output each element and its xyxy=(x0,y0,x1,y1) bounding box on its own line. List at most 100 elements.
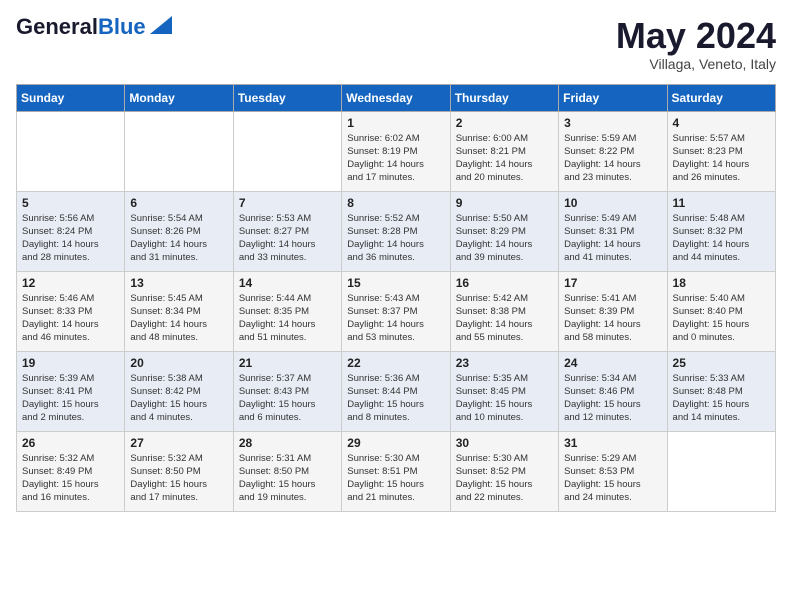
cell-content: Sunrise: 5:32 AMSunset: 8:49 PMDaylight:… xyxy=(22,452,119,505)
calendar-cell: 12 Sunrise: 5:46 AMSunset: 8:33 PMDayligh… xyxy=(17,271,125,351)
cell-content: Sunrise: 5:39 AMSunset: 8:41 PMDaylight:… xyxy=(22,372,119,425)
month-title: May 2024 xyxy=(616,16,776,56)
cell-content: Sunrise: 5:34 AMSunset: 8:46 PMDaylight:… xyxy=(564,372,661,425)
calendar-cell: 6Sunrise: 5:54 AMSunset: 8:26 PMDaylight… xyxy=(125,191,233,271)
calendar-cell: 15 Sunrise: 5:43 AMSunset: 8:37 PMDayligh… xyxy=(342,271,450,351)
calendar-cell: 2 Sunrise: 6:00 AMSunset: 8:21 PMDaylight… xyxy=(450,111,558,191)
logo: GeneralBlue xyxy=(16,16,172,38)
cell-content: Sunrise: 5:36 AMSunset: 8:44 PMDaylight:… xyxy=(347,372,444,425)
day-header-wednesday: Wednesday xyxy=(342,84,450,111)
calendar-cell: 4 Sunrise: 5:57 AMSunset: 8:23 PMDaylight… xyxy=(667,111,775,191)
day-number: 30 xyxy=(456,436,553,450)
day-number: 19 xyxy=(22,356,119,370)
day-number: 2 xyxy=(456,116,553,130)
day-number: 5 xyxy=(22,196,119,210)
day-number: 31 xyxy=(564,436,661,450)
cell-content: Sunrise: 5:53 AMSunset: 8:27 PMDaylight:… xyxy=(239,212,336,265)
calendar-cell: 8 Sunrise: 5:52 AMSunset: 8:28 PMDaylight… xyxy=(342,191,450,271)
cell-content: Sunrise: 5:50 AMSunset: 8:29 PMDaylight:… xyxy=(456,212,553,265)
cell-content: Sunrise: 5:44 AMSunset: 8:35 PMDaylight:… xyxy=(239,292,336,345)
calendar-cell: 31Sunrise: 5:29 AMSunset: 8:53 PMDayligh… xyxy=(559,431,667,511)
day-header-sunday: Sunday xyxy=(17,84,125,111)
day-number: 12 xyxy=(22,276,119,290)
page-header: GeneralBlue May 2024 Villaga, Veneto, It… xyxy=(16,16,776,72)
day-number: 15 xyxy=(347,276,444,290)
cell-content: Sunrise: 5:32 AMSunset: 8:50 PMDaylight:… xyxy=(130,452,227,505)
header-row: SundayMondayTuesdayWednesdayThursdayFrid… xyxy=(17,84,776,111)
cell-content: Sunrise: 5:45 AMSunset: 8:34 PMDaylight:… xyxy=(130,292,227,345)
day-number: 21 xyxy=(239,356,336,370)
day-header-thursday: Thursday xyxy=(450,84,558,111)
day-header-tuesday: Tuesday xyxy=(233,84,341,111)
day-number: 3 xyxy=(564,116,661,130)
cell-content: Sunrise: 5:42 AMSunset: 8:38 PMDaylight:… xyxy=(456,292,553,345)
cell-content: Sunrise: 5:43 AMSunset: 8:37 PMDaylight:… xyxy=(347,292,444,345)
week-row-5: 26 Sunrise: 5:32 AMSunset: 8:49 PMDayligh… xyxy=(17,431,776,511)
calendar-cell: 5 Sunrise: 5:56 AMSunset: 8:24 PMDaylight… xyxy=(17,191,125,271)
calendar-cell: 18 Sunrise: 5:40 AMSunset: 8:40 PMDayligh… xyxy=(667,271,775,351)
day-number: 16 xyxy=(456,276,553,290)
day-number: 24 xyxy=(564,356,661,370)
cell-content: Sunrise: 5:40 AMSunset: 8:40 PMDaylight:… xyxy=(673,292,770,345)
calendar-cell xyxy=(125,111,233,191)
calendar-cell: 25Sunrise: 5:33 AMSunset: 8:48 PMDayligh… xyxy=(667,351,775,431)
calendar-cell: 22 Sunrise: 5:36 AMSunset: 8:44 PMDayligh… xyxy=(342,351,450,431)
day-number: 20 xyxy=(130,356,227,370)
cell-content: Sunrise: 5:46 AMSunset: 8:33 PMDaylight:… xyxy=(22,292,119,345)
day-number: 4 xyxy=(673,116,770,130)
calendar-cell: 30Sunrise: 5:30 AMSunset: 8:52 PMDayligh… xyxy=(450,431,558,511)
calendar-cell: 24 Sunrise: 5:34 AMSunset: 8:46 PMDayligh… xyxy=(559,351,667,431)
cell-content: Sunrise: 5:49 AMSunset: 8:31 PMDaylight:… xyxy=(564,212,661,265)
day-number: 26 xyxy=(22,436,119,450)
cell-content: Sunrise: 5:30 AMSunset: 8:51 PMDaylight:… xyxy=(347,452,444,505)
calendar-cell: 11Sunrise: 5:48 AMSunset: 8:32 PMDayligh… xyxy=(667,191,775,271)
calendar-cell: 23 Sunrise: 5:35 AMSunset: 8:45 PMDayligh… xyxy=(450,351,558,431)
calendar-cell: 28 Sunrise: 5:31 AMSunset: 8:50 PMDayligh… xyxy=(233,431,341,511)
calendar-cell xyxy=(233,111,341,191)
cell-content: Sunrise: 5:35 AMSunset: 8:45 PMDaylight:… xyxy=(456,372,553,425)
calendar-cell: 17Sunrise: 5:41 AMSunset: 8:39 PMDayligh… xyxy=(559,271,667,351)
day-number: 25 xyxy=(673,356,770,370)
calendar-cell: 19 Sunrise: 5:39 AMSunset: 8:41 PMDayligh… xyxy=(17,351,125,431)
day-number: 10 xyxy=(564,196,661,210)
logo-arrow-icon xyxy=(150,16,172,34)
day-number: 27 xyxy=(130,436,227,450)
calendar-cell: 26 Sunrise: 5:32 AMSunset: 8:49 PMDayligh… xyxy=(17,431,125,511)
day-number: 13 xyxy=(130,276,227,290)
calendar-cell: 13 Sunrise: 5:45 AMSunset: 8:34 PMDayligh… xyxy=(125,271,233,351)
day-number: 28 xyxy=(239,436,336,450)
cell-content: Sunrise: 5:52 AMSunset: 8:28 PMDaylight:… xyxy=(347,212,444,265)
calendar-cell: 9 Sunrise: 5:50 AMSunset: 8:29 PMDaylight… xyxy=(450,191,558,271)
calendar-cell: 27 Sunrise: 5:32 AMSunset: 8:50 PMDayligh… xyxy=(125,431,233,511)
cell-content: Sunrise: 5:56 AMSunset: 8:24 PMDaylight:… xyxy=(22,212,119,265)
cell-content: Sunrise: 5:37 AMSunset: 8:43 PMDaylight:… xyxy=(239,372,336,425)
cell-content: Sunrise: 5:31 AMSunset: 8:50 PMDaylight:… xyxy=(239,452,336,505)
day-number: 23 xyxy=(456,356,553,370)
calendar-table: SundayMondayTuesdayWednesdayThursdayFrid… xyxy=(16,84,776,512)
day-number: 17 xyxy=(564,276,661,290)
day-number: 7 xyxy=(239,196,336,210)
day-number: 8 xyxy=(347,196,444,210)
day-number: 1 xyxy=(347,116,444,130)
day-number: 6 xyxy=(130,196,227,210)
cell-content: Sunrise: 5:38 AMSunset: 8:42 PMDaylight:… xyxy=(130,372,227,425)
week-row-1: 1Sunrise: 6:02 AMSunset: 8:19 PMDaylight… xyxy=(17,111,776,191)
day-header-friday: Friday xyxy=(559,84,667,111)
calendar-cell: 10 Sunrise: 5:49 AMSunset: 8:31 PMDayligh… xyxy=(559,191,667,271)
day-header-saturday: Saturday xyxy=(667,84,775,111)
location: Villaga, Veneto, Italy xyxy=(616,56,776,72)
week-row-2: 5 Sunrise: 5:56 AMSunset: 8:24 PMDaylight… xyxy=(17,191,776,271)
calendar-cell xyxy=(667,431,775,511)
day-number: 22 xyxy=(347,356,444,370)
logo-text: GeneralBlue xyxy=(16,16,146,38)
cell-content: Sunrise: 6:00 AMSunset: 8:21 PMDaylight:… xyxy=(456,132,553,185)
day-number: 9 xyxy=(456,196,553,210)
title-block: May 2024 Villaga, Veneto, Italy xyxy=(616,16,776,72)
cell-content: Sunrise: 5:59 AMSunset: 8:22 PMDaylight:… xyxy=(564,132,661,185)
calendar-cell: 14Sunrise: 5:44 AMSunset: 8:35 PMDayligh… xyxy=(233,271,341,351)
cell-content: Sunrise: 5:57 AMSunset: 8:23 PMDaylight:… xyxy=(673,132,770,185)
calendar-cell: 21 Sunrise: 5:37 AMSunset: 8:43 PMDayligh… xyxy=(233,351,341,431)
calendar-cell: 29Sunrise: 5:30 AMSunset: 8:51 PMDayligh… xyxy=(342,431,450,511)
calendar-cell: 7 Sunrise: 5:53 AMSunset: 8:27 PMDaylight… xyxy=(233,191,341,271)
day-number: 18 xyxy=(673,276,770,290)
